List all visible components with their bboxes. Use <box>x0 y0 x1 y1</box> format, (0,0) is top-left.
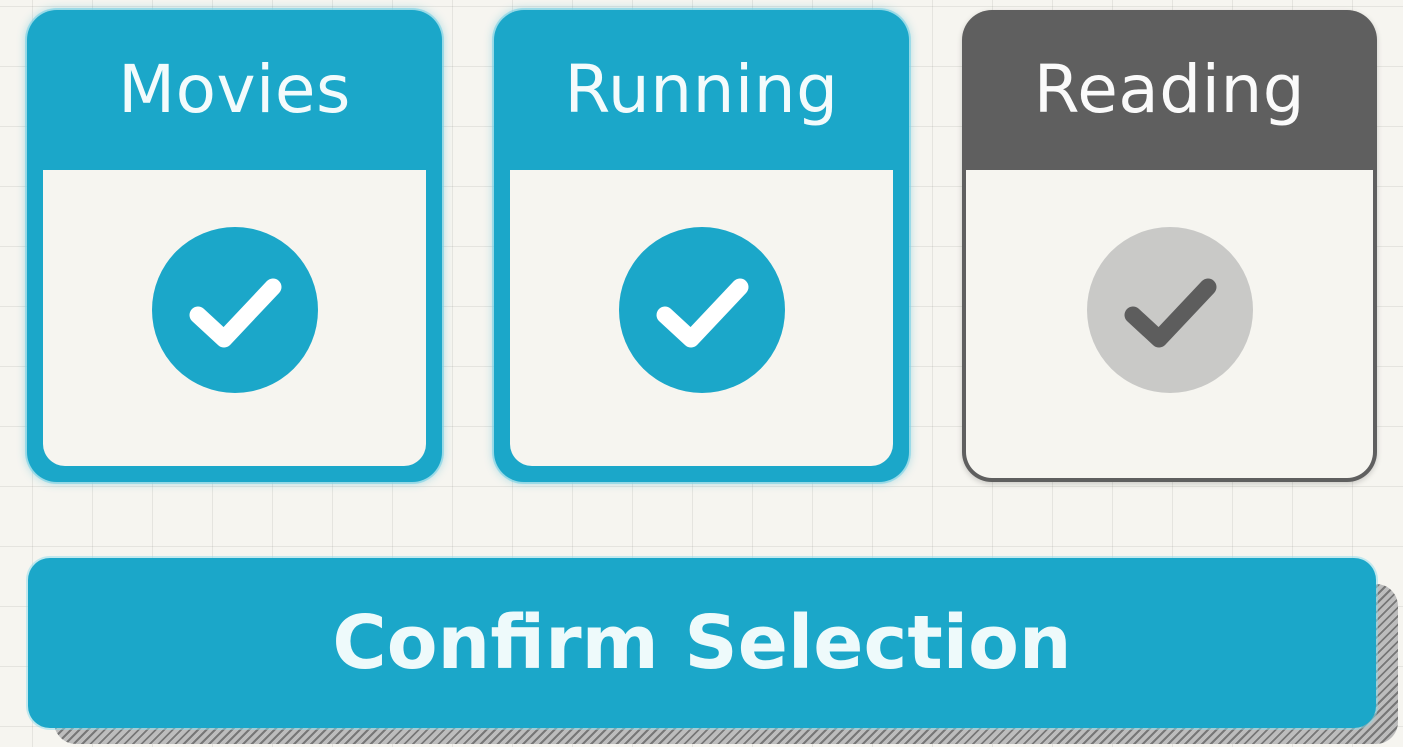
card-header: Movies <box>27 10 442 170</box>
card-title: Reading <box>1033 51 1306 128</box>
interest-options: Movies Running Reading <box>0 0 1403 500</box>
checkmark-icon[interactable] <box>618 227 785 393</box>
card-body <box>966 170 1373 478</box>
card-body <box>510 170 893 466</box>
confirm-selection-button[interactable]: Confirm Selection <box>28 558 1376 728</box>
checkmark-icon[interactable] <box>151 227 318 393</box>
interest-card-reading[interactable]: Reading <box>962 10 1377 482</box>
card-title: Running <box>564 51 839 128</box>
card-body <box>43 170 426 466</box>
card-header: Running <box>494 10 909 170</box>
interest-card-movies[interactable]: Movies <box>27 10 442 482</box>
checkmark-icon[interactable] <box>1086 227 1253 393</box>
confirm-button-label: Confirm Selection <box>332 600 1072 686</box>
card-title: Movies <box>118 51 351 128</box>
card-header: Reading <box>962 10 1377 170</box>
interest-card-running[interactable]: Running <box>494 10 909 482</box>
